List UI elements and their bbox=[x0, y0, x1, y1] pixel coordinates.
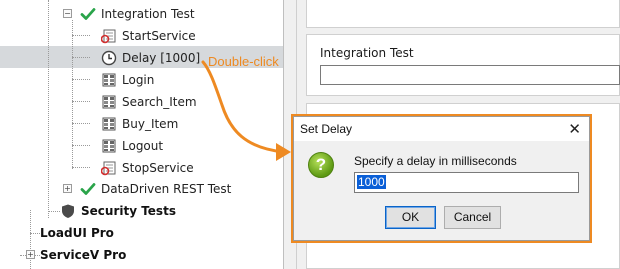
tree-item-label: Security Tests bbox=[81, 204, 176, 218]
tree-guide-line bbox=[48, 211, 60, 212]
field-input[interactable] bbox=[320, 65, 620, 85]
tree-guide-line bbox=[72, 20, 73, 169]
grid-step-icon bbox=[101, 72, 117, 88]
close-icon[interactable]: ✕ bbox=[568, 120, 581, 138]
tree-item-label: Logout bbox=[122, 139, 164, 153]
tree-item-label: ServiceV Pro bbox=[40, 248, 127, 262]
delay-input-value: 1000 bbox=[357, 175, 386, 189]
collapse-toggle[interactable]: − bbox=[63, 9, 72, 18]
ok-button[interactable]: OK bbox=[385, 206, 436, 229]
field-title: Integration Test bbox=[320, 46, 414, 60]
tree-item-label: LoadUI Pro bbox=[40, 226, 114, 240]
tree-item-stopservice[interactable]: StopService bbox=[100, 157, 194, 179]
tree-item-loadui-pro[interactable]: LoadUI Pro bbox=[40, 222, 114, 244]
tree-item-label: StartService bbox=[122, 29, 196, 43]
question-icon: ? bbox=[308, 152, 334, 178]
tree-guide-line bbox=[30, 210, 31, 269]
tree-guide-line bbox=[48, 0, 49, 218]
tree-item-label: Delay [1000] bbox=[122, 51, 201, 65]
grid-step-icon bbox=[101, 116, 117, 132]
set-delay-dialog: Set Delay ✕ ? Specify a delay in millise… bbox=[293, 116, 590, 241]
grid-step-icon bbox=[101, 138, 117, 154]
shield-icon bbox=[60, 203, 76, 219]
tree-item-label: Login bbox=[122, 73, 155, 87]
expand-toggle[interactable]: + bbox=[26, 250, 35, 259]
panel-divider bbox=[283, 0, 284, 269]
expand-toggle[interactable]: + bbox=[63, 184, 72, 193]
check-icon bbox=[80, 6, 96, 22]
start-service-icon bbox=[100, 28, 117, 44]
tree-guide-line bbox=[72, 101, 90, 102]
tree-item-integration-test[interactable]: Integration Test bbox=[80, 3, 195, 25]
tree-item-servicev-pro[interactable]: ServiceV Pro bbox=[40, 244, 126, 266]
tree-item-label: Buy_Item bbox=[122, 117, 179, 131]
delay-input[interactable]: 1000 bbox=[354, 172, 579, 193]
check-icon bbox=[80, 181, 96, 197]
tree-item-delay[interactable]: Delay [1000] bbox=[101, 47, 200, 69]
double-click-annotation: Double-click bbox=[208, 54, 279, 69]
project-tree: − + + Integration Test StartService Dela… bbox=[0, 0, 283, 269]
tree-item-logout[interactable]: Logout bbox=[101, 135, 163, 157]
tree-guide-line bbox=[72, 167, 90, 168]
dialog-prompt: Specify a delay in milliseconds bbox=[354, 154, 517, 168]
clock-icon bbox=[101, 50, 117, 66]
tree-item-label: StopService bbox=[122, 161, 194, 175]
tree-item-label: Integration Test bbox=[101, 7, 195, 21]
tree-item-startservice[interactable]: StartService bbox=[100, 25, 196, 47]
dialog-title: Set Delay bbox=[300, 122, 353, 136]
tree-item-security-tests[interactable]: Security Tests bbox=[60, 200, 176, 222]
tree-item-buy-item[interactable]: Buy_Item bbox=[101, 113, 178, 135]
grid-step-icon bbox=[101, 94, 117, 110]
tree-guide-line bbox=[72, 123, 90, 124]
tree-guide-line bbox=[72, 57, 90, 58]
tree-item-label: Search_Item bbox=[122, 95, 197, 109]
cancel-button[interactable]: Cancel bbox=[444, 206, 501, 229]
tree-guide-line bbox=[30, 233, 40, 234]
dialog-titlebar: Set Delay ✕ bbox=[294, 117, 589, 141]
tree-guide-line bbox=[72, 35, 90, 36]
stop-service-icon bbox=[100, 160, 117, 176]
tree-item-search-item[interactable]: Search_Item bbox=[101, 91, 197, 113]
tree-item-label: DataDriven REST Test bbox=[101, 182, 232, 196]
tree-guide-line bbox=[72, 145, 90, 146]
details-card bbox=[306, 0, 620, 28]
tree-item-datadriven-rest-test[interactable]: DataDriven REST Test bbox=[80, 178, 231, 200]
tree-item-login[interactable]: Login bbox=[101, 69, 154, 91]
tree-guide-line bbox=[72, 79, 90, 80]
